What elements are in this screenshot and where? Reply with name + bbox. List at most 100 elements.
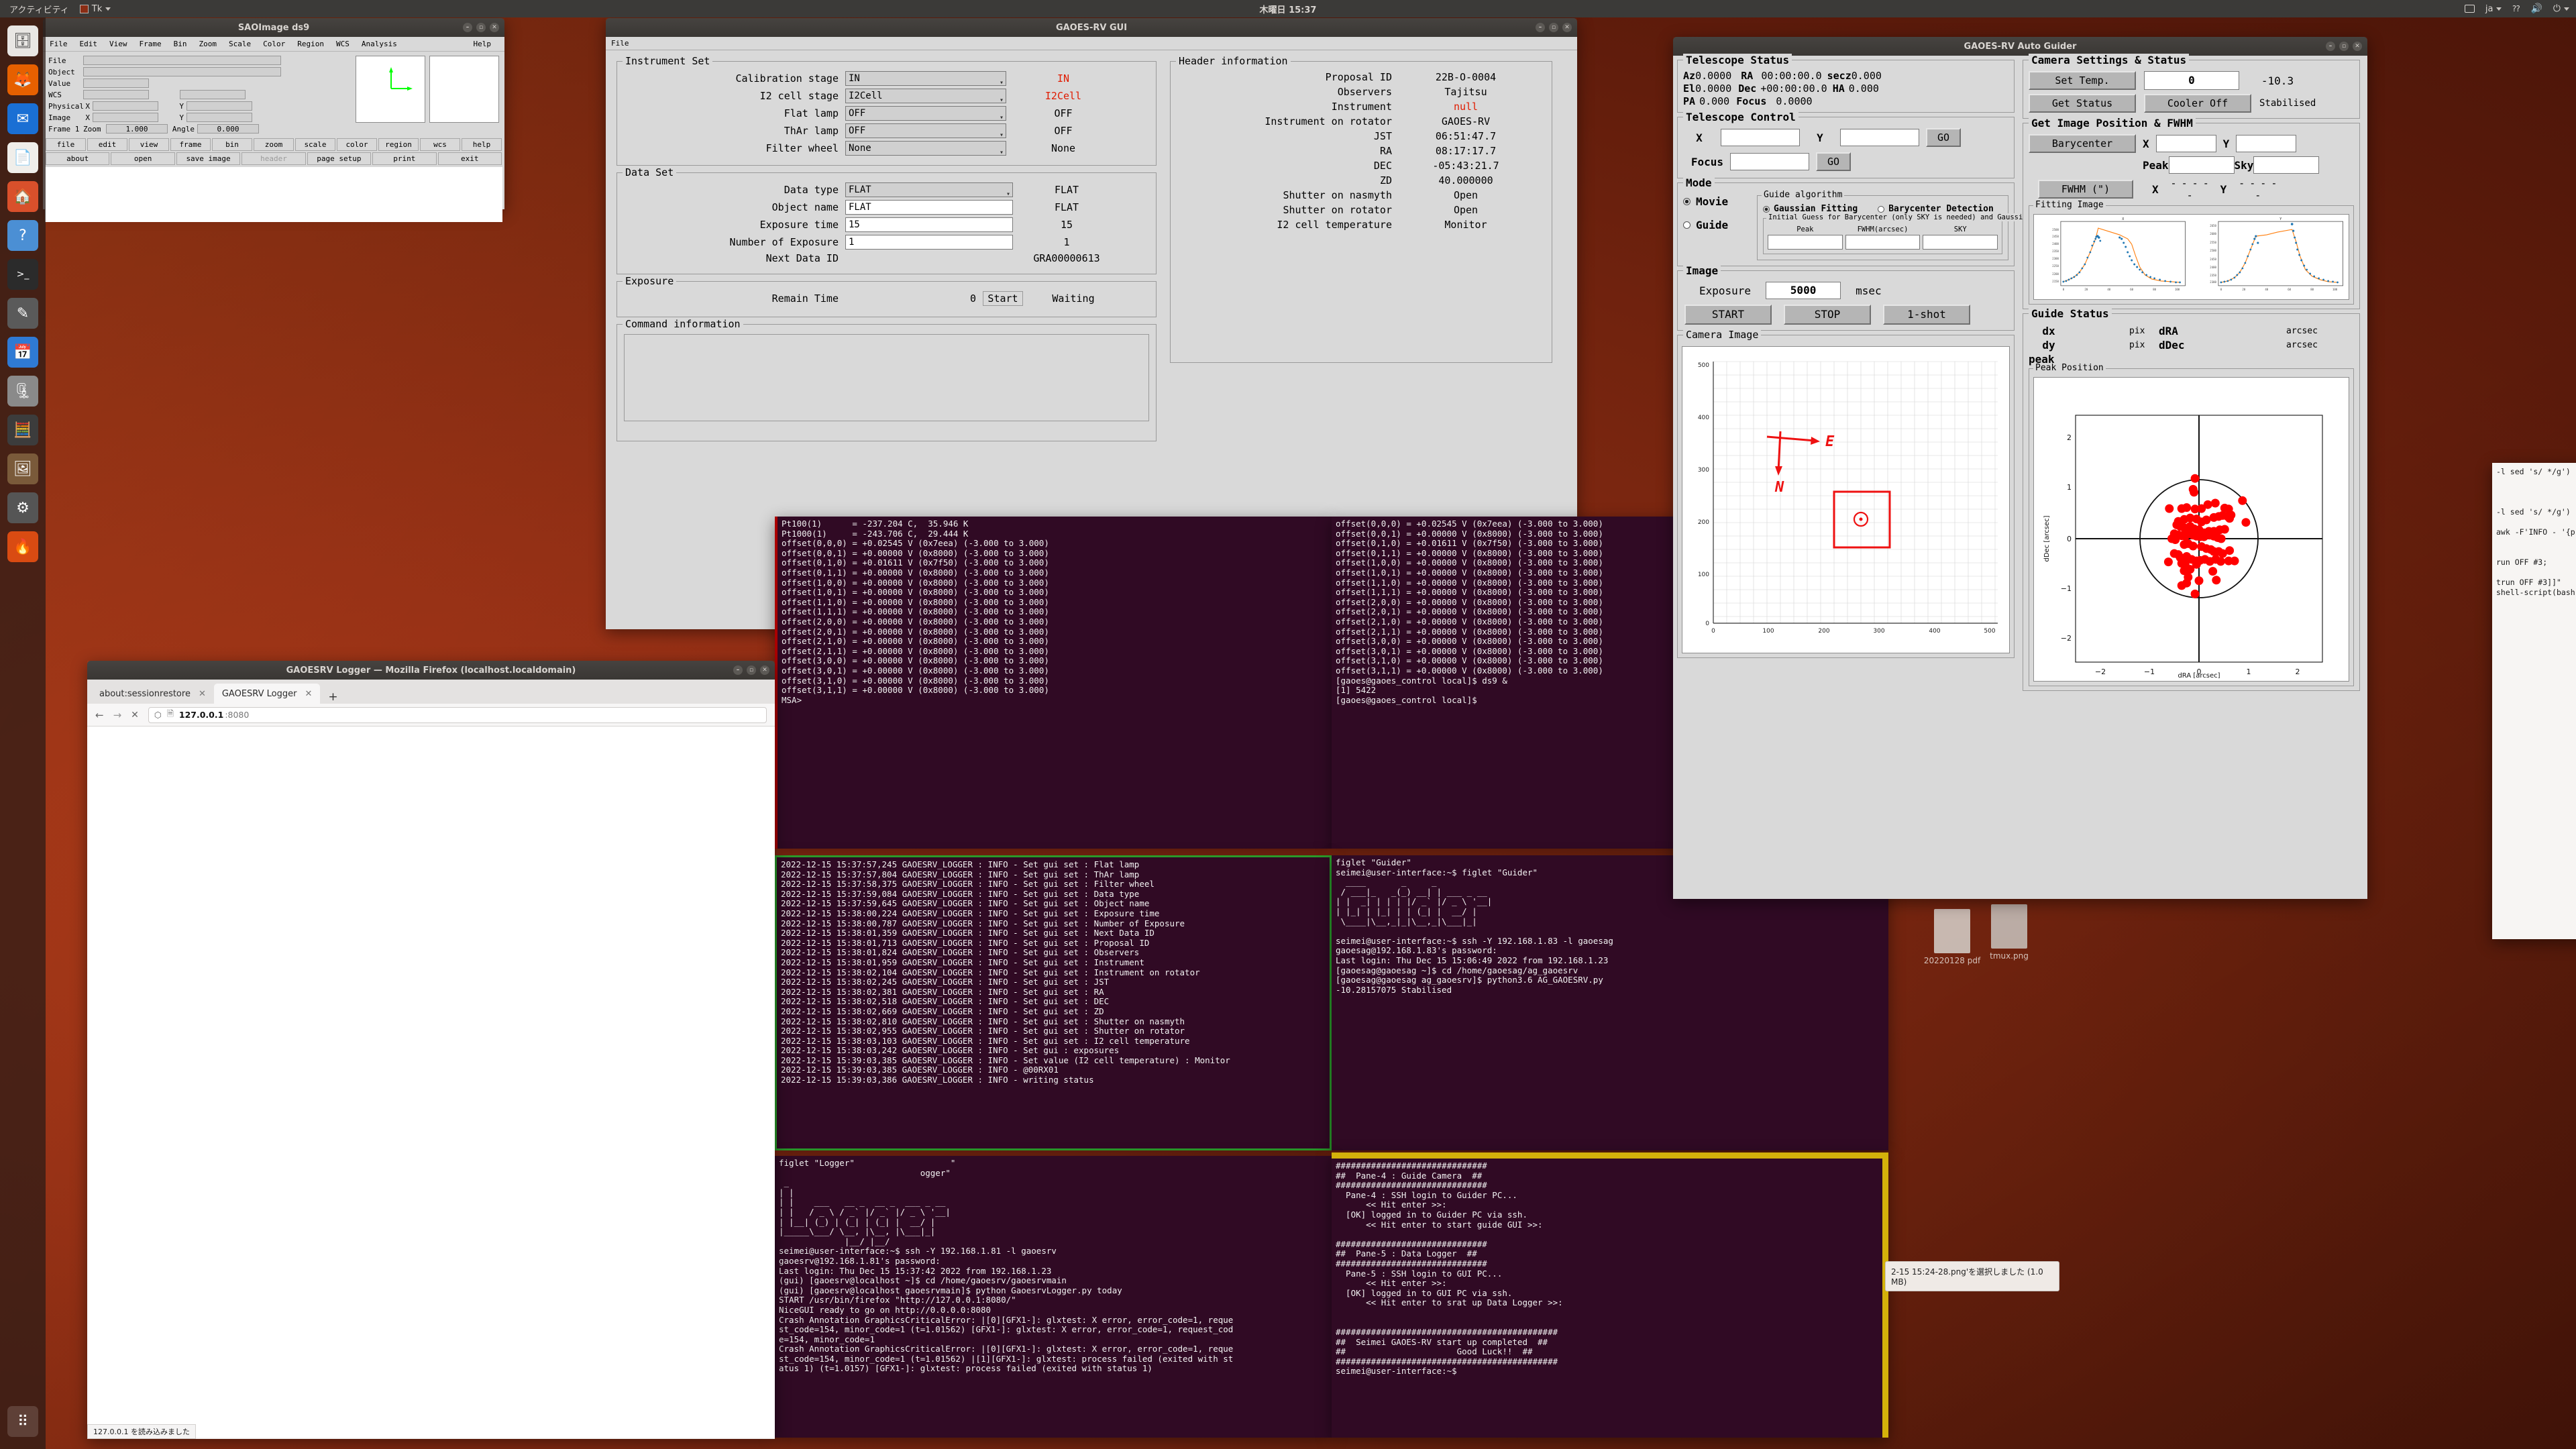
- gip-y-input[interactable]: [2236, 135, 2297, 152]
- help-icon[interactable]: ⁇: [2512, 4, 2520, 13]
- input-number-of-exposure[interactable]: 1: [845, 235, 1013, 250]
- terminal-startup-session[interactable]: ############################## ## Pane-4…: [1332, 1152, 1888, 1438]
- dock-launcher[interactable]: 🗄 🦊 ✉ 📄 🏠 ? >_ ✎ 📅 🗜 🧮 🖼 ⚙ 🔥 ⠿: [0, 17, 46, 1449]
- maximize-icon[interactable]: ▫: [1549, 23, 1558, 32]
- launcher-archive-icon[interactable]: 🗜: [7, 376, 38, 407]
- language-indicator[interactable]: ja: [2485, 4, 2502, 14]
- input-object-name[interactable]: FLAT: [845, 200, 1013, 215]
- ds9-btn-page-setup[interactable]: page setup: [307, 152, 372, 165]
- fitting-image-plots[interactable]: X 2500 2450 2400 2350 2300 2250 2200 2150 0 20…: [2033, 214, 2349, 300]
- ag-titlebar[interactable]: GAOES-RV Auto Guider – ▫ ✕: [1673, 37, 2367, 56]
- command-information-text[interactable]: [624, 334, 1149, 421]
- algorithm-barycenter-detection-label[interactable]: Barycenter Detection: [1888, 204, 1994, 214]
- radio-gaussian-fitting-icon[interactable]: [1763, 205, 1770, 213]
- ds9-zoom-value[interactable]: 1.000: [106, 124, 168, 133]
- ds9-menu-view[interactable]: View: [109, 40, 127, 48]
- launcher-document-icon[interactable]: 📄: [7, 142, 38, 173]
- launcher-calendar-icon[interactable]: 📅: [7, 337, 38, 368]
- tc-focus-go-button[interactable]: GO: [1816, 152, 1851, 171]
- tc-focus-input[interactable]: [1730, 153, 1809, 170]
- window-auto-guider[interactable]: GAOES-RV Auto Guider – ▫ ✕ Telescope Sta…: [1673, 37, 2367, 899]
- firefox-content[interactable]: [87, 727, 775, 1438]
- maximize-icon[interactable]: ▫: [747, 665, 756, 675]
- fwhm-button[interactable]: FWHM ("): [2038, 180, 2133, 199]
- launcher-calculator-icon[interactable]: 🧮: [7, 415, 38, 445]
- window-firefox[interactable]: GAOESRV Logger — Mozilla Firefox (localh…: [87, 661, 775, 1439]
- ds9-menu-file[interactable]: File: [50, 40, 68, 48]
- ds9-btn-about[interactable]: about: [46, 152, 110, 165]
- combo-flat-lamp[interactable]: OFF: [845, 106, 1006, 121]
- terminal-guider-session[interactable]: figlet "Guider" seimei@user-interface:~$…: [1332, 855, 1888, 1150]
- ds9-menu-help[interactable]: Help: [474, 40, 498, 48]
- launcher-image-icon[interactable]: 🖼: [7, 453, 38, 484]
- ds9-buttonbar-secondary[interactable]: about open save image header page setup …: [43, 152, 504, 166]
- combo-thar-lamp[interactable]: OFF: [845, 123, 1006, 139]
- minimize-icon[interactable]: –: [463, 23, 472, 32]
- camera-image-plot[interactable]: 500 400 300 200 100 0 0 100 200 300 400 500: [1682, 346, 2010, 653]
- set-temp-input[interactable]: 0: [2144, 71, 2239, 90]
- ds9-btn-open[interactable]: open: [111, 152, 175, 165]
- stop-icon[interactable]: ✕: [131, 710, 139, 720]
- radio-barycenter-detection-icon[interactable]: [1878, 205, 1885, 213]
- terminal-logger-session[interactable]: figlet "Logger" " ogger" _ | | | | ___ _…: [775, 1156, 1332, 1438]
- ds9-menu-region[interactable]: Region: [297, 40, 324, 48]
- minimize-icon[interactable]: –: [2326, 42, 2335, 51]
- ds9-btn-region[interactable]: region: [378, 138, 419, 151]
- tc-x-input[interactable]: [1721, 129, 1800, 146]
- clock[interactable]: 木曜日 15:37: [1260, 3, 1317, 15]
- close-icon[interactable]: ✕: [305, 689, 312, 699]
- ds9-btn-help[interactable]: help: [462, 138, 502, 151]
- ds9-field-value[interactable]: [83, 78, 149, 88]
- ds9-image-y[interactable]: [186, 113, 252, 122]
- ds9-buttonbar-primary[interactable]: file edit view frame bin zoom scale colo…: [43, 138, 504, 152]
- algorithm-gaussian-fitting-label[interactable]: Gaussian Fitting: [1774, 204, 1858, 214]
- barycenter-button[interactable]: Barycenter: [2029, 134, 2136, 153]
- firefox-tabstrip[interactable]: about:sessionrestore ✕ GAOESRV Logger ✕ …: [87, 680, 775, 704]
- close-icon[interactable]: ✕: [1562, 23, 1572, 32]
- ds9-btn-save-image[interactable]: save image: [176, 152, 241, 165]
- ds9-menu-scale[interactable]: Scale: [229, 40, 251, 48]
- get-status-button[interactable]: Get Status: [2029, 94, 2136, 113]
- ds9-field-wcs-a[interactable]: [83, 90, 149, 99]
- initial-guess-fwhm-input[interactable]: [1845, 235, 1921, 250]
- ds9-btn-file[interactable]: file: [46, 138, 86, 151]
- ds9-btn-view[interactable]: view: [129, 138, 169, 151]
- firefox-tab-sessionrestore[interactable]: about:sessionrestore ✕: [91, 684, 214, 704]
- ds9-physical-x[interactable]: [93, 101, 158, 111]
- start-button[interactable]: START: [1684, 305, 1772, 325]
- launcher-text-editor-icon[interactable]: ✎: [7, 298, 38, 329]
- input-exposure-time[interactable]: 15: [845, 217, 1013, 232]
- firefox-titlebar[interactable]: GAOESRV Logger — Mozilla Firefox (localh…: [87, 661, 775, 680]
- ds9-menu-wcs[interactable]: WCS: [336, 40, 350, 48]
- initial-guess-sky-input[interactable]: [1923, 235, 1998, 250]
- tc-go-button[interactable]: GO: [1926, 128, 1961, 147]
- launcher-apps-grid-icon[interactable]: ⠿: [7, 1406, 38, 1437]
- exposure-input[interactable]: 5000: [1766, 282, 1841, 299]
- ds9-menu-zoom[interactable]: Zoom: [199, 40, 217, 48]
- tc-y-input[interactable]: [1840, 129, 1919, 146]
- combo-data-type[interactable]: FLAT: [845, 182, 1013, 198]
- mode-movie-label[interactable]: Movie: [1696, 195, 1728, 208]
- rvgui-titlebar[interactable]: GAOES-RV GUI – ▫ ✕: [606, 18, 1577, 37]
- combo-filter-wheel[interactable]: None: [845, 141, 1006, 156]
- ds9-image-canvas[interactable]: [45, 167, 502, 222]
- back-icon[interactable]: ←: [95, 709, 104, 721]
- ds9-btn-exit[interactable]: exit: [437, 152, 502, 165]
- launcher-gear-icon[interactable]: ⚙: [7, 492, 38, 523]
- ds9-menu-frame[interactable]: Frame: [140, 40, 162, 48]
- mode-guide-label[interactable]: Guide: [1696, 219, 1728, 231]
- oneshot-button[interactable]: 1-shot: [1883, 305, 1970, 325]
- ds9-btn-color[interactable]: color: [337, 138, 377, 151]
- ds9-btn-scale[interactable]: scale: [295, 138, 335, 151]
- ds9-menu-bin[interactable]: Bin: [174, 40, 187, 48]
- launcher-help-icon[interactable]: ?: [7, 220, 38, 251]
- rvgui-menubar[interactable]: File: [606, 37, 1577, 50]
- ds9-menu-color[interactable]: Color: [263, 40, 285, 48]
- ds9-btn-print[interactable]: print: [372, 152, 437, 165]
- ds9-btn-frame[interactable]: frame: [170, 138, 211, 151]
- radio-guide-icon[interactable]: [1683, 221, 1690, 229]
- minimize-icon[interactable]: –: [733, 665, 743, 675]
- ds9-btn-bin[interactable]: bin: [212, 138, 252, 151]
- app-menu-tk[interactable]: Tk: [79, 4, 111, 14]
- ds9-field-object[interactable]: [83, 67, 281, 76]
